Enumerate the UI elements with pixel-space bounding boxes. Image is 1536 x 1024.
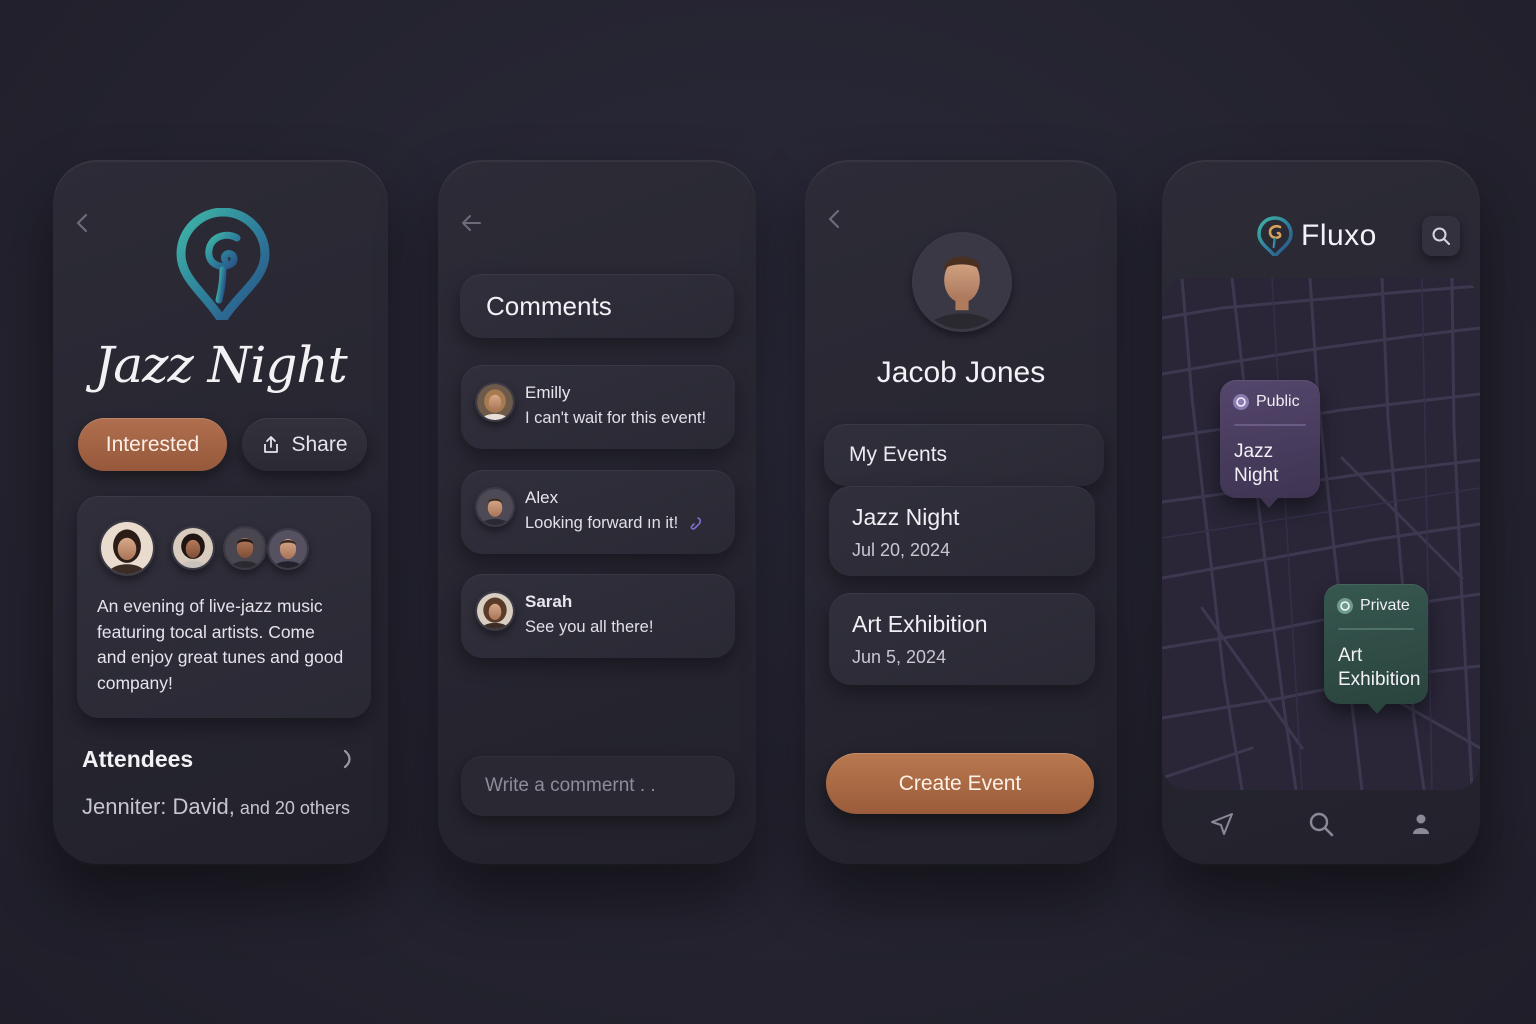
map-pin-public[interactable]: Public Jazz Night bbox=[1220, 380, 1320, 508]
pin-tag-label: Private bbox=[1360, 597, 1410, 614]
profile-screen: Jacob Jones My Events Jazz Night Jul 20,… bbox=[805, 160, 1117, 866]
map-streets bbox=[1162, 278, 1480, 790]
brand: Fluxo bbox=[1257, 216, 1377, 256]
commenter-name: Alex bbox=[525, 488, 559, 507]
pin-title-line: Night bbox=[1234, 465, 1279, 486]
visibility-icon bbox=[1337, 598, 1353, 614]
event-title: Jazz Night bbox=[94, 336, 347, 394]
comments-header: Comments bbox=[460, 274, 734, 338]
share-icon bbox=[264, 435, 279, 453]
profile-avatar[interactable] bbox=[912, 232, 1012, 332]
pin-title: Art Exhibition bbox=[1338, 644, 1420, 692]
event-item-title: Jazz Night bbox=[852, 504, 960, 530]
profile-icon[interactable] bbox=[1407, 810, 1435, 838]
pin-pointer bbox=[1260, 498, 1278, 508]
pin-divider bbox=[1234, 424, 1306, 426]
create-event-button[interactable]: Create Event bbox=[826, 753, 1094, 814]
navigate-icon[interactable] bbox=[1208, 810, 1236, 838]
commenter-avatar bbox=[475, 382, 515, 422]
event-list-item[interactable]: Art Exhibition Jun 5, 2024 bbox=[829, 593, 1095, 685]
map-pin-private[interactable]: Private Art Exhibition bbox=[1324, 584, 1428, 714]
pin-tag: Private bbox=[1336, 597, 1410, 615]
back-chevron-icon[interactable] bbox=[72, 212, 94, 234]
comment-item[interactable]: Sarah See you all there! bbox=[461, 574, 735, 658]
back-arrow-icon[interactable] bbox=[460, 212, 482, 234]
share-button[interactable]: Share bbox=[242, 418, 367, 471]
pin-title: Jazz Night bbox=[1234, 440, 1278, 488]
event-item-title: Art Exhibition bbox=[852, 611, 988, 637]
pin-title-line: Art bbox=[1338, 645, 1363, 666]
comment-input-container bbox=[461, 756, 735, 816]
event-info-card: An evening of live-jazz music featuring … bbox=[77, 496, 371, 718]
comments-title: Comments bbox=[486, 290, 612, 321]
pin-title-line: Jazz bbox=[1234, 441, 1274, 462]
pin-tag: Public bbox=[1232, 393, 1300, 411]
profile-name: Jacob Jones bbox=[876, 356, 1046, 389]
comment-input[interactable] bbox=[461, 756, 735, 816]
event-detail-screen: Jazz Night Interested Share An evening o… bbox=[53, 160, 388, 866]
commenter-avatar bbox=[475, 487, 515, 527]
search-icon[interactable] bbox=[1307, 810, 1335, 838]
event-item-date: Jun 5, 2024 bbox=[852, 647, 947, 667]
app-logo-icon bbox=[176, 208, 270, 320]
visibility-icon bbox=[1233, 394, 1249, 410]
map-screen: Fluxo Public Jazz Night Private Art Exhi… bbox=[1162, 160, 1480, 866]
attendee-avatar[interactable] bbox=[99, 520, 155, 576]
commenter-avatar bbox=[475, 591, 515, 631]
chevron-right-icon[interactable] bbox=[340, 748, 356, 770]
attendee-avatar[interactable] bbox=[267, 528, 309, 570]
attendee-avatar[interactable] bbox=[223, 526, 267, 570]
attendees-summary[interactable]: Jenniter: David, and 20 others bbox=[82, 794, 350, 820]
link-icon bbox=[690, 516, 701, 530]
comment-text: See you all there! bbox=[525, 618, 654, 636]
pin-tag-label: Public bbox=[1256, 393, 1300, 410]
comment-text: I can't wait for this event! bbox=[525, 409, 707, 427]
search-button[interactable] bbox=[1422, 216, 1460, 256]
comments-screen: Comments Emilly I can't wait for this ev… bbox=[438, 160, 756, 866]
back-chevron-icon[interactable] bbox=[824, 208, 846, 230]
commenter-name: Sarah bbox=[525, 592, 573, 611]
my-events-label: My Events bbox=[849, 443, 948, 466]
brand-name: Fluxo bbox=[1301, 219, 1377, 252]
comment-text: Looking forward ın it! bbox=[525, 514, 703, 533]
attendees-names: Jenniter: David, bbox=[82, 794, 235, 819]
pin-title-line: Exhibition bbox=[1338, 669, 1421, 690]
attendee-avatar[interactable] bbox=[171, 526, 215, 570]
comment-item[interactable]: Alex Looking forward ın it! bbox=[461, 470, 735, 554]
search-icon bbox=[1432, 227, 1450, 245]
attendees-more: and 20 others bbox=[234, 798, 350, 818]
interested-button[interactable]: Interested bbox=[78, 418, 227, 471]
map-view[interactable]: Public Jazz Night Private Art Exhibition bbox=[1162, 278, 1480, 790]
event-list-item[interactable]: Jazz Night Jul 20, 2024 bbox=[829, 486, 1095, 576]
event-description: An evening of live-jazz music featuring … bbox=[97, 596, 344, 693]
share-label: Share bbox=[291, 432, 348, 456]
commenter-name: Emilly bbox=[525, 383, 571, 402]
pin-divider bbox=[1338, 628, 1414, 630]
comment-item[interactable]: Emilly I can't wait for this event! bbox=[461, 365, 735, 449]
event-item-date: Jul 20, 2024 bbox=[852, 540, 951, 560]
pin-pointer bbox=[1368, 704, 1386, 714]
attendees-heading: Attendees bbox=[82, 746, 194, 772]
comment-text-body: Looking forward ın it! bbox=[525, 514, 679, 532]
tab-my-events[interactable]: My Events bbox=[824, 424, 1104, 486]
app-logo-icon bbox=[1257, 216, 1293, 256]
